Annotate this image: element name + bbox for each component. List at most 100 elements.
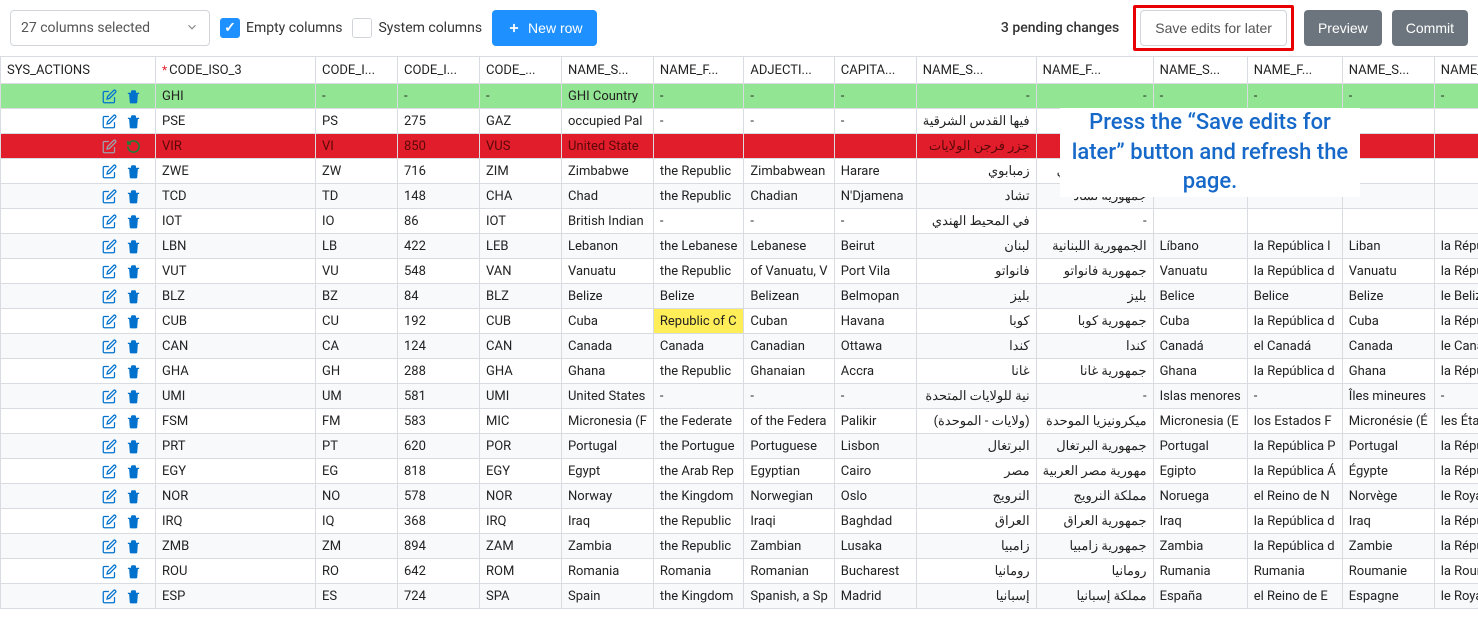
trash-icon[interactable] (125, 363, 141, 379)
table-cell[interactable]: 724 (398, 584, 480, 609)
table-cell[interactable]: le Canada (1434, 334, 1478, 359)
table-cell[interactable]: - (398, 84, 480, 109)
column-header[interactable]: NAME_F... (653, 57, 743, 84)
table-cell[interactable]: Romanian (744, 559, 834, 584)
columns-selector-dropdown[interactable]: 27 columns selected (10, 10, 210, 46)
edit-icon[interactable] (101, 338, 117, 354)
table-cell[interactable]: Roumanie (1342, 559, 1434, 584)
table-cell[interactable]: CAN (156, 334, 316, 359)
column-header[interactable]: NAME_S... (916, 57, 1036, 84)
table-cell[interactable]: Portugal (1342, 434, 1434, 459)
table-cell[interactable]: la République (1434, 459, 1478, 484)
table-cell[interactable]: Romania (562, 559, 654, 584)
table-cell[interactable]: CUB (156, 309, 316, 334)
table-cell[interactable]: Cuba (1153, 309, 1247, 334)
column-header[interactable]: NAME_S... (1153, 57, 1247, 84)
trash-icon[interactable] (125, 263, 141, 279)
table-cell[interactable]: النرويج (916, 484, 1036, 509)
table-cell[interactable]: Madrid (834, 584, 916, 609)
table-cell[interactable]: فيها القدس الشرقية (916, 109, 1036, 134)
table-cell[interactable]: - (653, 84, 743, 109)
table-cell[interactable]: the Republic (653, 184, 743, 209)
table-cell[interactable]: Palikir (834, 409, 916, 434)
table-cell[interactable]: GH (316, 359, 398, 384)
table-cell[interactable]: le Royaume d (1434, 584, 1478, 609)
table-cell[interactable]: GHA (480, 359, 562, 384)
empty-columns-checkbox[interactable]: Empty columns (220, 18, 342, 38)
table-cell[interactable]: la République (1434, 509, 1478, 534)
trash-icon[interactable] (125, 288, 141, 304)
table-cell[interactable]: - (1342, 84, 1434, 109)
table-cell[interactable]: 124 (398, 334, 480, 359)
table-cell[interactable]: Iraqi (744, 509, 834, 534)
table-cell[interactable]: Ghana (1342, 359, 1434, 384)
edit-icon[interactable] (101, 538, 117, 554)
table-cell[interactable]: - (834, 109, 916, 134)
table-cell[interactable]: ميكرونيزيا الموحدة (1036, 409, 1153, 434)
table-cell[interactable]: 850 (398, 134, 480, 159)
column-header[interactable]: NAME_S... (1342, 57, 1434, 84)
table-cell[interactable]: IOT (156, 209, 316, 234)
table-cell[interactable]: 620 (398, 434, 480, 459)
table-cell[interactable]: United State (562, 134, 654, 159)
commit-button[interactable]: Commit (1392, 10, 1468, 46)
edit-icon[interactable] (101, 388, 117, 404)
table-cell[interactable]: GHI (156, 84, 316, 109)
table-cell[interactable]: - (1036, 384, 1153, 409)
trash-icon[interactable] (125, 388, 141, 404)
table-cell[interactable]: جمهورية فانواتو (1036, 259, 1153, 284)
table-cell[interactable]: Ghana (1153, 359, 1247, 384)
table-cell[interactable]: Port Vila (834, 259, 916, 284)
table-cell[interactable]: Beirut (834, 234, 916, 259)
table-cell[interactable]: UMI (480, 384, 562, 409)
table-cell[interactable]: تشاد (916, 184, 1036, 209)
table-cell[interactable]: مملكة إسبانيا (1036, 584, 1153, 609)
table-cell[interactable] (1434, 184, 1478, 209)
table-cell[interactable]: Îles mineures (1342, 384, 1434, 409)
edit-icon[interactable] (101, 563, 117, 579)
table-cell[interactable]: جمهورية زامبيا (1036, 534, 1153, 559)
column-header[interactable]: CAPITA... (834, 57, 916, 84)
table-cell[interactable]: Harare (834, 159, 916, 184)
edit-icon[interactable] (101, 513, 117, 529)
table-cell[interactable]: IRQ (480, 509, 562, 534)
table-cell[interactable]: - (744, 109, 834, 134)
edit-icon[interactable] (101, 438, 117, 454)
edit-icon[interactable] (101, 113, 117, 129)
table-cell[interactable]: مصر (916, 459, 1036, 484)
table-cell[interactable]: Zambian (744, 534, 834, 559)
table-cell[interactable]: 368 (398, 509, 480, 534)
table-cell[interactable] (653, 134, 743, 159)
table-cell[interactable]: Belize (562, 284, 654, 309)
table-cell[interactable]: the Portugue (653, 434, 743, 459)
table-cell[interactable]: Micronésie (É (1342, 409, 1434, 434)
table-cell[interactable]: كوبا (916, 309, 1036, 334)
table-cell[interactable]: Égypte (1342, 459, 1434, 484)
table-cell[interactable]: FSM (156, 409, 316, 434)
table-cell[interactable]: la República d (1247, 309, 1342, 334)
table-cell[interactable]: - (834, 209, 916, 234)
table-cell[interactable]: 548 (398, 259, 480, 284)
table-cell[interactable]: ES (316, 584, 398, 609)
table-cell[interactable]: la République (1434, 434, 1478, 459)
table-cell[interactable]: the Republic (653, 259, 743, 284)
table-cell[interactable]: the Arab Rep (653, 459, 743, 484)
table-cell[interactable]: مهورية مصر العربية (1036, 459, 1153, 484)
table-cell[interactable]: - (1247, 384, 1342, 409)
table-cell[interactable]: Egyptian (744, 459, 834, 484)
table-cell[interactable]: مملكة النرويج (1036, 484, 1153, 509)
table-cell[interactable] (1434, 159, 1478, 184)
table-cell[interactable]: Zimbabwe (562, 159, 654, 184)
table-cell[interactable]: 578 (398, 484, 480, 509)
table-cell[interactable]: the Kingdom (653, 584, 743, 609)
table-cell[interactable]: 894 (398, 534, 480, 559)
table-cell[interactable]: GHI Country (562, 84, 654, 109)
table-cell[interactable]: Baghdad (834, 509, 916, 534)
table-cell[interactable]: the Republic (653, 159, 743, 184)
table-cell[interactable]: Rumania (1153, 559, 1247, 584)
table-cell[interactable]: el Canadá (1247, 334, 1342, 359)
table-cell[interactable]: 288 (398, 359, 480, 384)
table-cell[interactable]: CU (316, 309, 398, 334)
table-cell[interactable]: Lebanese (744, 234, 834, 259)
table-cell[interactable]: Lebanon (562, 234, 654, 259)
